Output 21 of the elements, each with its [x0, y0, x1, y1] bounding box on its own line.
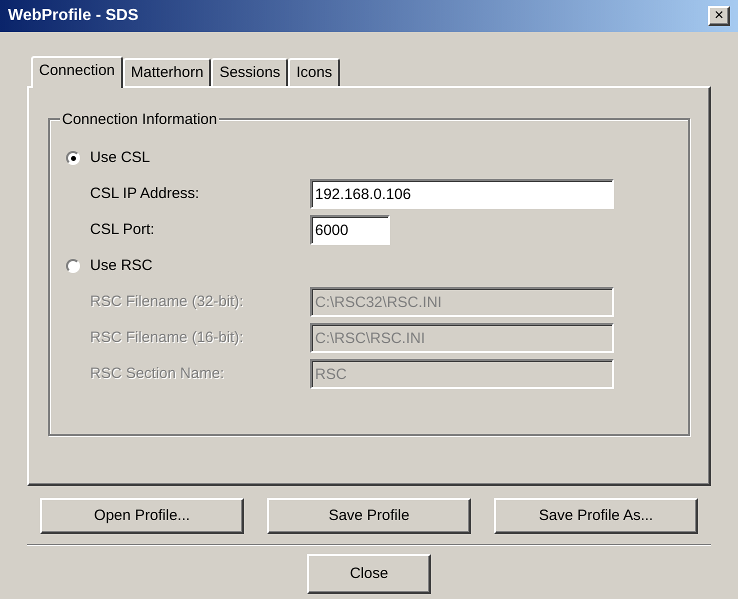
- profile-button[interactable]: Open Profile...: [40, 498, 244, 534]
- tab[interactable]: Sessions: [211, 58, 288, 86]
- field-label: CSL IP Address:: [90, 184, 200, 204]
- field-label: RSC Filename (16-bit):: [90, 328, 244, 348]
- field-label: RSC Filename (32-bit):: [90, 292, 244, 312]
- tab[interactable]: Matterhorn: [122, 58, 212, 86]
- text-field[interactable]: 6000: [310, 215, 390, 245]
- radio-button[interactable]: [66, 151, 80, 165]
- tab[interactable]: Connection: [31, 56, 123, 88]
- close-button[interactable]: Close: [307, 554, 431, 594]
- profile-button[interactable]: Save Profile As...: [494, 498, 698, 534]
- close-icon[interactable]: ×: [708, 6, 730, 26]
- radio-label: Use CSL: [90, 148, 150, 168]
- field-label: CSL Port:: [90, 220, 156, 240]
- profile-button[interactable]: Save Profile: [267, 498, 471, 534]
- radio-button[interactable]: [66, 259, 80, 273]
- field-label: RSC Section Name:: [90, 364, 226, 384]
- window-title: WebProfile - SDS: [8, 6, 138, 26]
- text-field[interactable]: 192.168.0.106: [310, 179, 614, 209]
- tab[interactable]: Icons: [288, 58, 340, 86]
- radio-label: Use RSC: [90, 256, 153, 276]
